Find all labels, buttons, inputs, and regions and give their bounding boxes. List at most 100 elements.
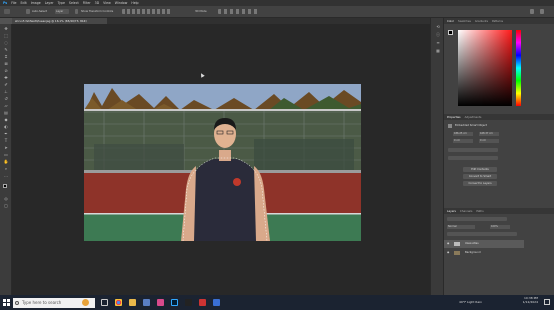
quick-select-tool-icon[interactable]: ✎	[3, 47, 9, 52]
history-brush-icon[interactable]: ↺	[3, 96, 9, 101]
layer-comp-field[interactable]	[448, 156, 498, 160]
notification-icon[interactable]	[544, 299, 550, 305]
share-icon[interactable]	[540, 9, 544, 14]
properties-panel-tabs: Properties Adjustments	[444, 114, 554, 120]
opacity-field[interactable]: 100%	[490, 225, 510, 229]
transform-controls-label: Show Transform Controls	[81, 10, 114, 13]
transform-y-field[interactable]: 0 cm	[479, 139, 499, 143]
foreground-color-swatch[interactable]	[3, 184, 7, 188]
auto-select-label: Auto-Select	[32, 10, 48, 13]
glyphs-icon[interactable]: ▦	[435, 48, 441, 53]
hue-slider[interactable]	[516, 30, 521, 106]
healing-brush-icon[interactable]: ✚	[3, 75, 9, 80]
auto-select-checkbox[interactable]	[26, 9, 30, 14]
tab-patterns[interactable]: Patterns	[492, 19, 503, 23]
document-image[interactable]	[84, 84, 361, 241]
weather-widget[interactable]: 49°F Light Rain	[459, 300, 482, 304]
move-tool-icon[interactable]	[4, 9, 10, 14]
type-tool-icon[interactable]: T	[3, 138, 9, 143]
convert-to-layers-button[interactable]: Convert to Layers	[463, 181, 497, 186]
visibility-eye-icon[interactable]: ◉	[447, 240, 449, 248]
tab-gradients[interactable]: Gradients	[475, 19, 488, 23]
pen-tool-icon[interactable]: ✒	[3, 131, 9, 136]
layer-name: Background	[465, 251, 481, 254]
menu-file[interactable]: File	[11, 1, 16, 5]
app-icon-red[interactable]	[199, 299, 206, 306]
menu-edit[interactable]: Edit	[21, 1, 27, 5]
tab-color[interactable]: Color	[447, 19, 454, 23]
crop-tool-icon[interactable]: ⌗	[3, 54, 9, 59]
brush-tool-icon[interactable]: ✐	[3, 82, 9, 87]
move-tool-icon[interactable]: ✥	[3, 26, 9, 31]
fg-bg-swatch[interactable]	[448, 30, 453, 35]
tab-adjustments[interactable]: Adjustments	[465, 115, 482, 119]
info-icon[interactable]: ⓘ	[435, 32, 441, 37]
screen-mode-icon[interactable]: ▢	[3, 203, 9, 208]
photos-icon[interactable]	[143, 299, 150, 306]
tab-properties[interactable]: Properties	[447, 115, 461, 119]
eraser-tool-icon[interactable]: ▱	[3, 103, 9, 108]
app-icon-blue[interactable]	[213, 299, 220, 306]
visibility-eye-icon[interactable]: ◉	[447, 249, 449, 257]
convert-to-smart-button[interactable]: Convert to Smart	[463, 174, 497, 179]
photoshop-logo-icon[interactable]: Ps	[3, 1, 7, 5]
windows-start-icon[interactable]	[3, 299, 10, 306]
tab-swatches[interactable]: Swatches	[458, 19, 471, 23]
blur-tool-icon[interactable]: ◆	[3, 117, 9, 122]
zoom-tool-icon[interactable]: ⌕	[3, 166, 9, 171]
hand-tool-icon[interactable]: ✋	[3, 159, 9, 164]
dodge-tool-icon[interactable]: ◐	[3, 124, 9, 129]
app-icon-dark[interactable]	[185, 299, 192, 306]
marquee-tool-icon[interactable]: ⬚	[3, 33, 9, 38]
layer-row-background[interactable]: ◉ Background	[444, 249, 524, 257]
transform-x-field[interactable]: 0 cm	[453, 139, 473, 143]
layer-dropdown[interactable]: Layer	[55, 9, 69, 14]
align-buttons[interactable]	[122, 9, 172, 14]
transform-w-field[interactable]: 186.25 cm	[453, 132, 473, 136]
task-view-icon[interactable]	[101, 299, 108, 306]
menu-3d[interactable]: 3D	[95, 1, 99, 5]
transform-controls-checkbox[interactable]	[75, 9, 78, 14]
3d-mode-label: 3D Mode	[195, 10, 207, 13]
color-panel-tabs: Color Swatches Gradients Patterns	[444, 18, 554, 24]
frame-tool-icon[interactable]: ⊠	[3, 61, 9, 66]
more-tools-icon[interactable]: …	[3, 173, 9, 178]
path-select-icon[interactable]: ➤	[3, 145, 9, 150]
layers-panel-tabs: Layers Channels Paths	[444, 208, 554, 214]
menu-help[interactable]: Help	[131, 1, 138, 5]
tab-layers[interactable]: Layers	[447, 209, 456, 213]
menu-window[interactable]: Window	[115, 1, 128, 5]
edit-contents-button[interactable]: Edit Contents	[463, 167, 497, 172]
tab-channels[interactable]: Channels	[460, 209, 472, 213]
eyedropper-tool-icon[interactable]: ⊘	[3, 68, 9, 73]
transform-h-field[interactable]: 168.37 cm	[479, 132, 499, 136]
adjust-icon[interactable]: ≡	[435, 40, 441, 45]
chrome-icon[interactable]	[115, 299, 122, 306]
menu-image[interactable]: Image	[31, 1, 41, 5]
search-icon[interactable]	[530, 9, 534, 14]
file-explorer-icon[interactable]	[129, 299, 136, 306]
lasso-tool-icon[interactable]: ◌	[3, 40, 9, 45]
clone-stamp-icon[interactable]: ⊥	[3, 89, 9, 94]
menu-layer[interactable]: Layer	[45, 1, 54, 5]
app-icon-pink[interactable]	[157, 299, 164, 306]
photoshop-taskbar-icon[interactable]	[171, 299, 178, 306]
history-icon[interactable]: ⟲	[435, 24, 441, 29]
cortana-icon[interactable]	[82, 299, 89, 306]
3d-tools[interactable]	[218, 9, 258, 14]
system-clock[interactable]: 10:38 PM 1/12/2024	[523, 296, 538, 304]
link-field[interactable]	[448, 148, 498, 152]
menu-filter[interactable]: Filter	[83, 1, 91, 5]
quick-mask-icon[interactable]: ◎	[3, 196, 9, 201]
layer-filter-field[interactable]	[447, 217, 507, 221]
rectangle-tool-icon[interactable]: ▭	[3, 152, 9, 157]
menu-view[interactable]: View	[103, 1, 111, 5]
blend-mode-dropdown[interactable]: Normal	[447, 225, 475, 229]
tab-paths[interactable]: Paths	[476, 209, 483, 213]
lock-fill-row[interactable]	[447, 232, 517, 236]
menu-type[interactable]: Type	[58, 1, 65, 5]
color-picker-field[interactable]	[458, 30, 512, 106]
menu-select[interactable]: Select	[69, 1, 79, 5]
gradient-tool-icon[interactable]: ▤	[3, 110, 9, 115]
layer-row-selected[interactable]: ◉ Ideal-Atlas	[444, 240, 524, 248]
